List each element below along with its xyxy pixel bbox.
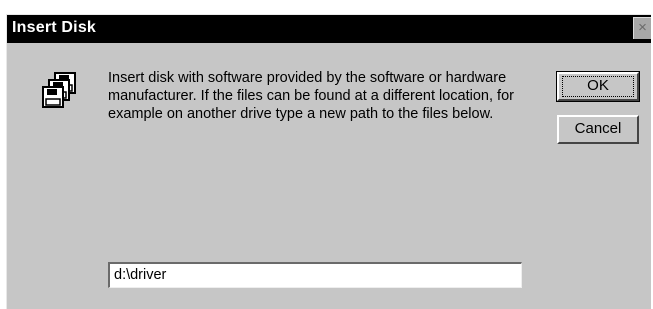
instruction-message: Insert disk with software provided by th… xyxy=(108,70,514,122)
path-input[interactable]: d:\driver xyxy=(108,262,522,288)
ok-button[interactable]: OK xyxy=(556,71,640,102)
close-icon: × xyxy=(638,19,647,36)
cancel-label: Cancel xyxy=(574,120,622,137)
focus-rectangle xyxy=(562,76,634,97)
close-button[interactable]: × xyxy=(633,17,651,39)
title-bar[interactable]: Insert Disk × xyxy=(7,15,651,43)
insert-disk-dialog: Insert Disk × Insert disk with software … xyxy=(6,14,651,309)
floppy-disks-icon xyxy=(42,72,76,108)
dialog-title: Insert Disk xyxy=(12,19,97,36)
cancel-button[interactable]: Cancel xyxy=(557,115,639,144)
